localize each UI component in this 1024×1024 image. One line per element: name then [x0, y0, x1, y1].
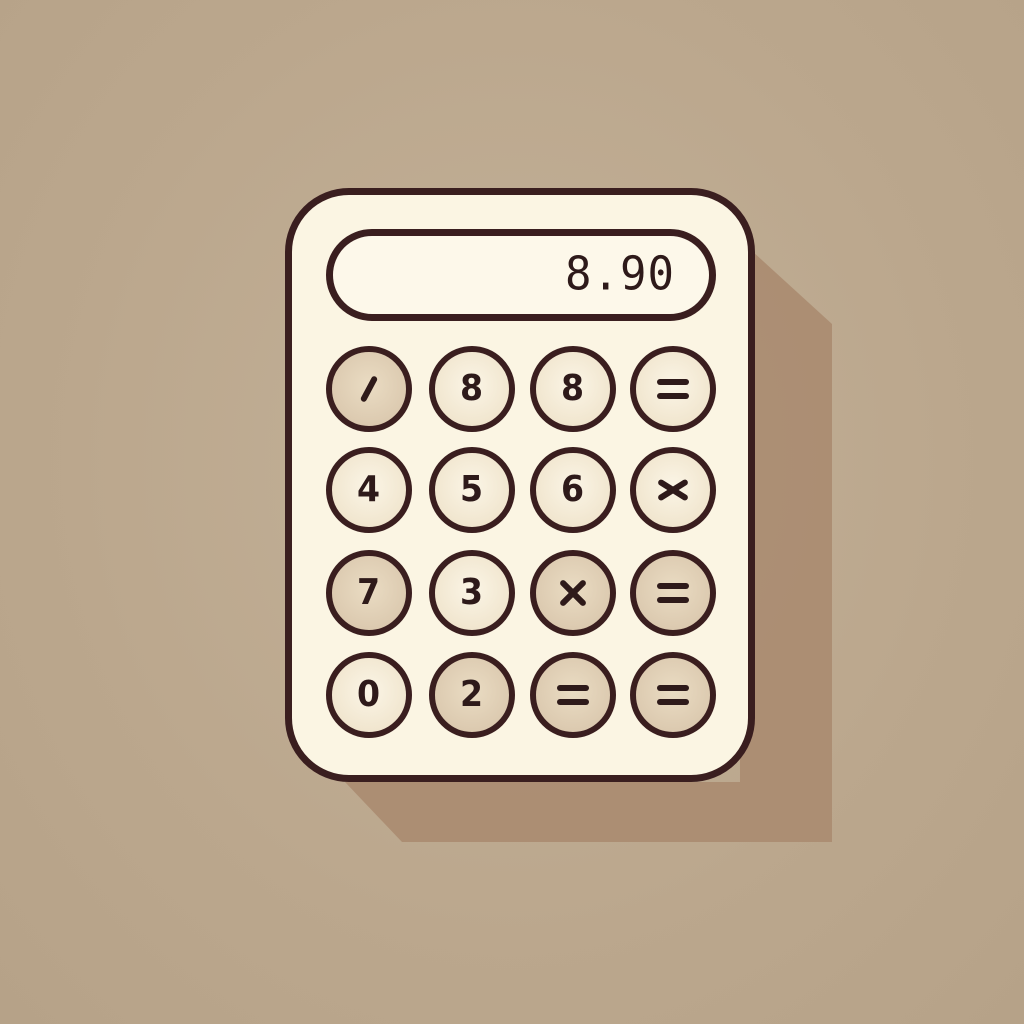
key-label: 2	[460, 674, 484, 715]
key-2[interactable]: 2	[429, 652, 515, 738]
key-3[interactable]: 3	[429, 550, 515, 636]
multiply-key-second[interactable]	[530, 550, 616, 636]
equals-key-second[interactable]	[630, 550, 716, 636]
display-value: 8.90	[565, 247, 675, 302]
equals-icon	[657, 685, 689, 705]
key-label: 6	[561, 469, 585, 510]
equals-key-fourth[interactable]	[630, 652, 716, 738]
equals-icon	[657, 379, 689, 399]
multiply-icon	[558, 578, 588, 608]
key-label: 0	[357, 674, 381, 715]
key-8-second[interactable]: 8	[530, 346, 616, 432]
key-label: 5	[460, 469, 484, 510]
slash-icon	[359, 374, 379, 404]
key-0[interactable]: 0	[326, 652, 412, 738]
key-4[interactable]: 4	[326, 447, 412, 533]
key-label: 7	[357, 572, 381, 613]
divide-key[interactable]	[326, 346, 412, 432]
equals-key[interactable]	[630, 346, 716, 432]
key-label: 3	[460, 572, 484, 613]
key-5[interactable]: 5	[429, 447, 515, 533]
key-7[interactable]: 7	[326, 550, 412, 636]
key-8[interactable]: 8	[429, 346, 515, 432]
key-6[interactable]: 6	[530, 447, 616, 533]
key-label: 4	[357, 469, 381, 510]
key-label: 8	[460, 368, 484, 409]
equals-key-third[interactable]	[530, 652, 616, 738]
multiply-key[interactable]	[630, 447, 716, 533]
multiply-icon	[658, 475, 688, 505]
display-screen: 8.90	[326, 229, 716, 321]
equals-icon	[557, 685, 589, 705]
key-label: 8	[561, 368, 585, 409]
equals-icon	[657, 583, 689, 603]
